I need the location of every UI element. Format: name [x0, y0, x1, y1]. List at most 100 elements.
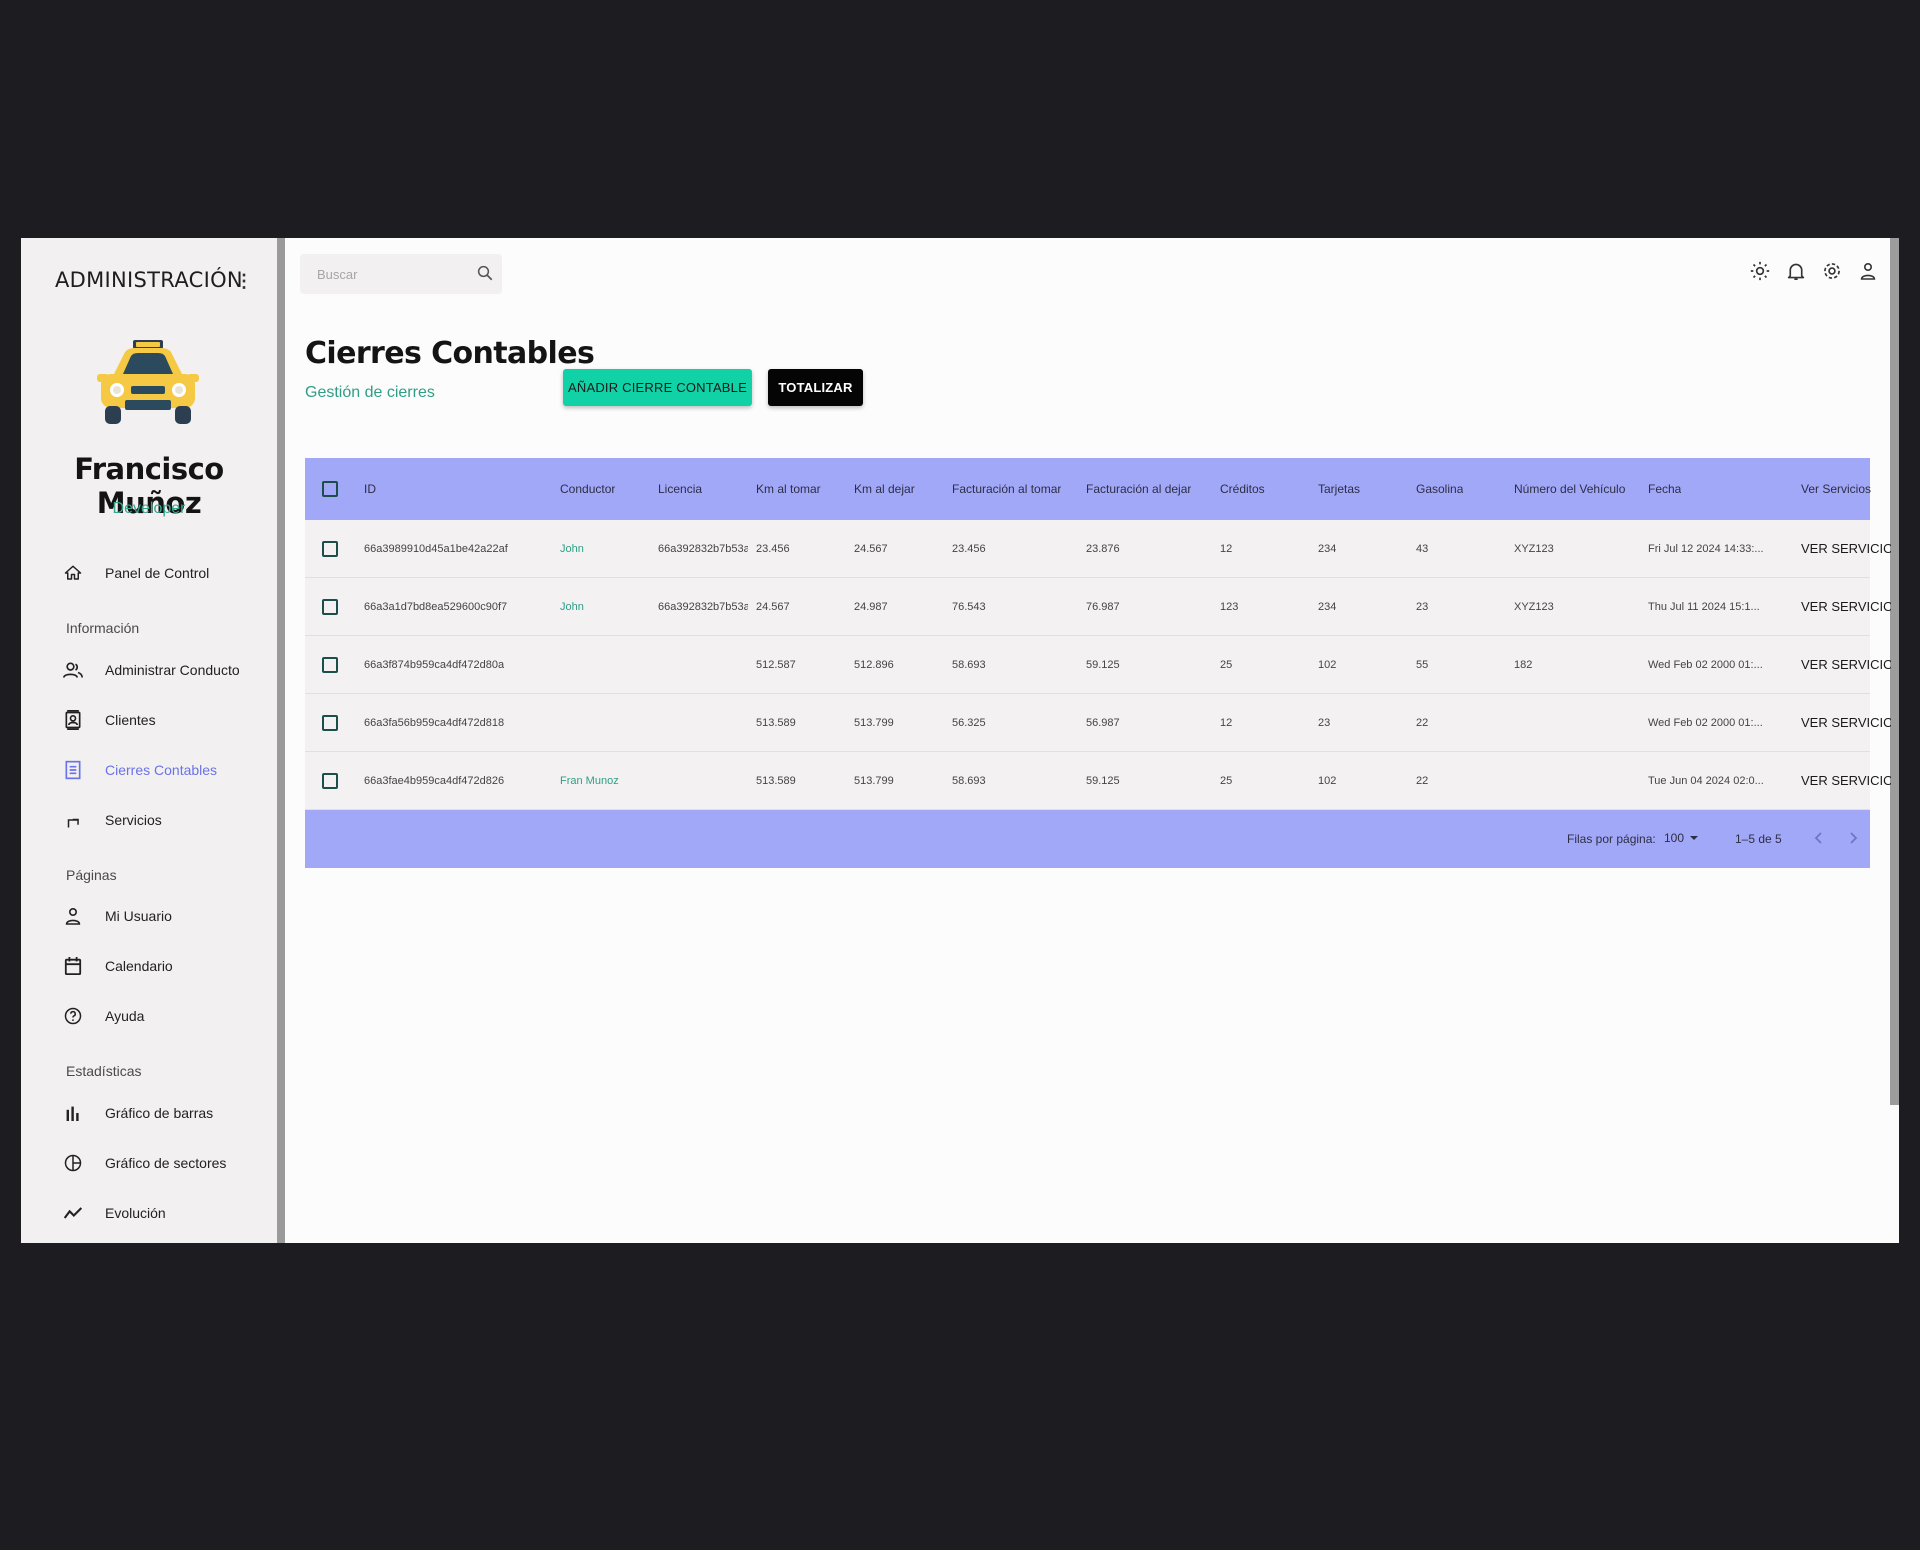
table-cell: 66a3989910d45a1be42a22af [364, 542, 508, 555]
col-header[interactable]: Facturación al dejar [1086, 482, 1191, 496]
table-cell: 513.589 [756, 774, 796, 787]
table-cell: Thu Jul 11 2024 15:1... [1648, 600, 1760, 613]
previous-page-icon[interactable] [1811, 828, 1827, 851]
light-mode-icon[interactable] [1749, 260, 1771, 282]
admin-title: ADMINISTRACIÓN [55, 268, 243, 292]
table-row: 66a3989910d45a1be42a22af John 66a392832b7b… [305, 520, 1891, 578]
row-checkbox[interactable] [322, 772, 338, 789]
table-cell: 66a392832b7b53a [658, 600, 748, 613]
select-all-checkbox[interactable] [322, 481, 338, 497]
sidebar-item-servicios[interactable]: Servicios [61, 802, 162, 838]
col-header[interactable]: Tarjetas [1318, 482, 1360, 496]
col-header[interactable]: Conductor [560, 482, 615, 496]
row-checkbox[interactable] [322, 656, 338, 673]
table-row: 66a3fae4b959ca4df472d826 Fran Munoz 513.58… [305, 752, 1891, 810]
sidebar-item-label: Panel de Control [105, 565, 210, 581]
table-cell: 22 [1416, 774, 1429, 787]
col-header[interactable]: Ver Servicios [1801, 482, 1871, 496]
ver-servicios-button[interactable]: VER SERVICIOS [1801, 657, 1891, 672]
turn-icon [61, 808, 85, 832]
table-cell: 23 [1318, 716, 1331, 729]
menu-icon[interactable]: ⋮ [235, 271, 253, 292]
table-cell: 23 [1416, 600, 1429, 613]
col-header[interactable]: Número del Vehículo [1514, 482, 1625, 496]
col-header[interactable]: Licencia [658, 482, 702, 496]
table-cell: 66a3fae4b959ca4df472d826 [364, 774, 505, 787]
table-cell: 12 [1220, 716, 1233, 729]
sidebar-item-label: Administrar Conductores [105, 662, 239, 678]
sidebar-item-cierres-contables[interactable]: Cierres Contables [61, 752, 217, 788]
table-cell: 66a3f874b959ca4df472d80a [364, 658, 505, 671]
table-cell: 102 [1318, 658, 1337, 671]
table-cell: 23.456 [756, 542, 790, 555]
contacts-icon [61, 708, 85, 732]
sidebar-item-evolucion[interactable]: Evolución [61, 1195, 166, 1231]
col-header[interactable]: Fecha [1648, 482, 1681, 496]
table-cell: 234 [1318, 600, 1337, 613]
table-cell: 234 [1318, 542, 1337, 555]
sidebar-item-ayuda[interactable]: Ayuda [61, 998, 144, 1034]
settings-icon[interactable] [1821, 260, 1843, 282]
notifications-icon[interactable] [1785, 260, 1807, 282]
sidebar-item-label: Clientes [105, 712, 156, 728]
topbar-icons [1749, 260, 1879, 282]
row-checkbox[interactable] [322, 540, 338, 557]
table-pagination: Filas por página: 100 1–5 de 5 [305, 810, 1870, 868]
table-cell: 23.456 [952, 542, 986, 555]
table-cell: 102 [1318, 774, 1337, 787]
row-checkbox[interactable] [322, 598, 338, 615]
sidebar-item-calendario[interactable]: Calendario [61, 948, 173, 984]
table-cell: 182 [1514, 658, 1533, 671]
ver-servicios-button[interactable]: VER SERVICIOS [1801, 541, 1891, 556]
person-icon[interactable] [1857, 260, 1879, 282]
cierres-table: ID Conductor Licencia Km al tomar Km al … [305, 458, 1891, 868]
table-cell: 25 [1220, 658, 1233, 671]
row-checkbox[interactable] [322, 714, 338, 731]
table-cell: 59.125 [1086, 774, 1120, 787]
add-cierre-button[interactable]: AÑADIR CIERRE CONTABLE [563, 369, 752, 406]
table-cell: Fri Jul 12 2024 14:33:... [1648, 542, 1764, 555]
col-header[interactable]: Gasolina [1416, 482, 1463, 496]
sidebar-item-label: Evolución [105, 1205, 166, 1221]
table-cell: 58.693 [952, 774, 986, 787]
bar-chart-icon [61, 1101, 85, 1125]
ver-servicios-button[interactable]: VER SERVICIOS [1801, 715, 1891, 730]
sidebar-item-grafico-de-barras[interactable]: Gráfico de barras [61, 1095, 213, 1131]
sidebar-item-clientes[interactable]: Clientes [61, 702, 156, 738]
ver-servicios-button[interactable]: VER SERVICIOS [1801, 599, 1891, 614]
table-cell: Wed Feb 02 2000 01:... [1648, 658, 1763, 671]
col-header[interactable]: Créditos [1220, 482, 1265, 496]
scrollbar[interactable] [1890, 238, 1899, 1105]
table-cell: Fran Munoz [560, 774, 619, 787]
main-content: Cierres Contables Gestión de cierres AÑA… [285, 238, 1899, 1243]
table-cell: 66a3fa56b959ca4df472d818 [364, 716, 505, 729]
rows-per-page-label: Filas por página: [1567, 832, 1656, 846]
timeline-icon [61, 1201, 85, 1225]
table-cell: 56.325 [952, 716, 986, 729]
sidebar-item-grafico-de-sectores[interactable]: Gráfico de sectores [61, 1145, 226, 1181]
table-cell: 512.896 [854, 658, 894, 671]
rows-per-page-value: 100 [1664, 831, 1685, 845]
totalizar-button[interactable]: TOTALIZAR [768, 369, 863, 406]
sidebar-item-mi-usuario[interactable]: Mi Usuario [61, 898, 172, 934]
next-page-icon[interactable] [1845, 828, 1861, 851]
search-icon[interactable] [476, 264, 494, 287]
col-header[interactable]: Km al tomar [756, 482, 821, 496]
sidebar-item-label: Servicios [105, 812, 162, 828]
page-subtitle: Gestión de cierres [305, 384, 435, 401]
search-input[interactable] [315, 265, 469, 283]
col-header[interactable]: Km al dejar [854, 482, 915, 496]
table-cell: Wed Feb 02 2000 01:... [1648, 716, 1763, 729]
col-header[interactable]: Facturación al tomar [952, 482, 1061, 496]
chevron-down-icon [1690, 836, 1699, 840]
col-header[interactable]: ID [364, 482, 376, 496]
sidebar-item-administrar-conductores[interactable]: Administrar Conductores [61, 652, 239, 688]
sidebar-item-panel-de-control[interactable]: Panel de Control [61, 555, 209, 591]
search-box [300, 254, 502, 294]
user-role: Developer [112, 500, 186, 517]
ver-servicios-button[interactable]: VER SERVICIOS [1801, 773, 1891, 788]
table-cell: 24.567 [854, 542, 888, 555]
people-icon [61, 658, 85, 682]
rows-per-page-select[interactable]: 100 [1664, 831, 1700, 845]
table-cell: Tue Jun 04 2024 02:0... [1648, 774, 1764, 787]
